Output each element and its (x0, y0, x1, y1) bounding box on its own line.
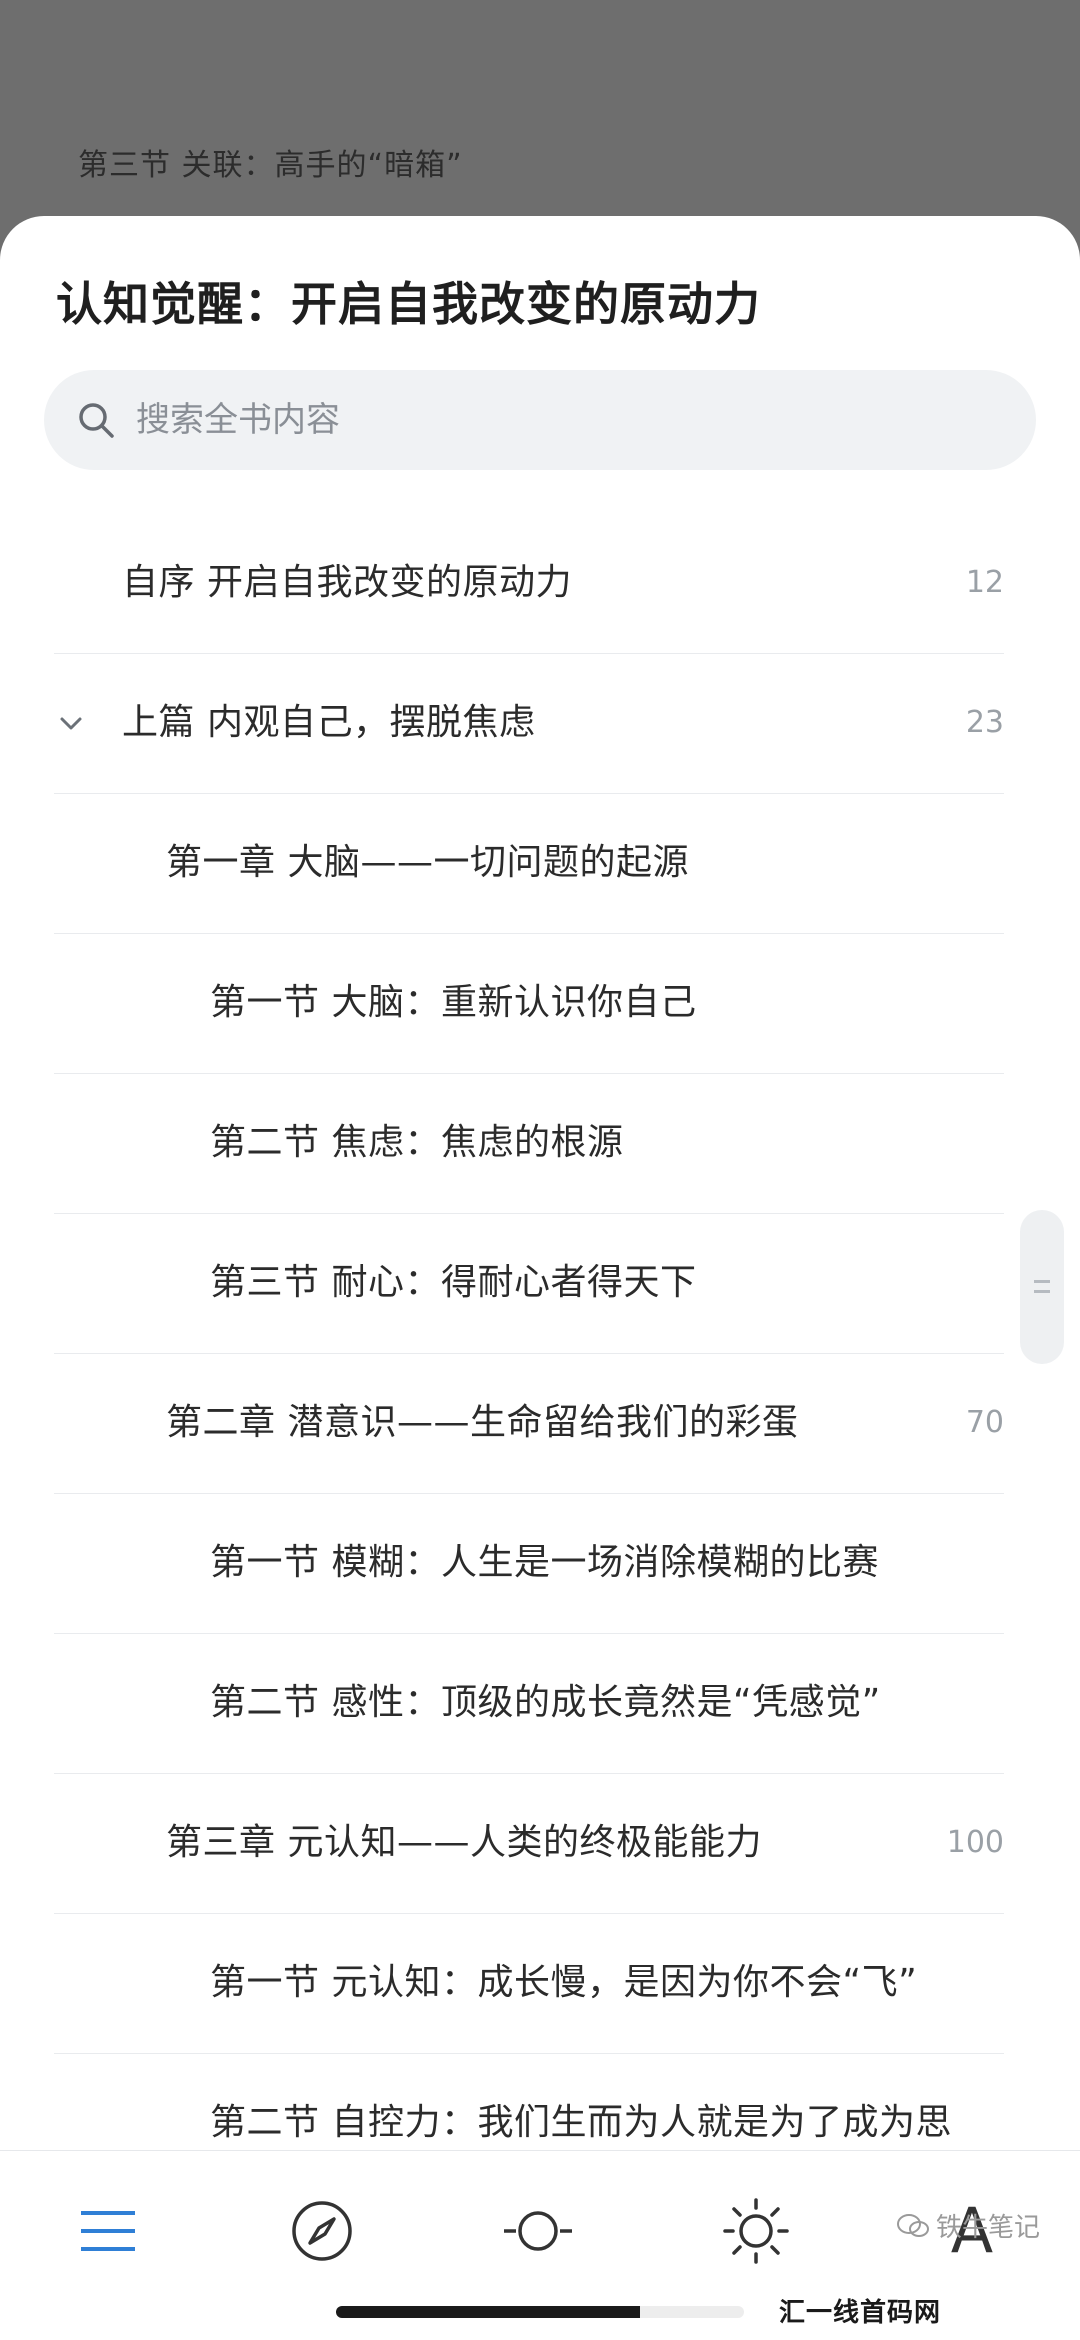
scroll-thumb[interactable] (1020, 1210, 1064, 1364)
search-bar[interactable] (44, 370, 1036, 470)
tab-toc[interactable] (68, 2191, 148, 2271)
toc-item[interactable]: 自序 开启自我改变的原动力 12 (54, 514, 1004, 654)
menu-icon (81, 2211, 135, 2251)
sun-icon (723, 2198, 789, 2264)
toc-item[interactable]: 第一节 模糊：人生是一场消除模糊的比赛 (54, 1494, 1004, 1634)
toc-item-label: 第一章 大脑——一切问题的起源 (166, 842, 689, 883)
chevron-down-icon[interactable] (58, 710, 84, 736)
wechat-icon (896, 2213, 929, 2237)
toc-item-label: 上篇 内观自己，摆脱焦虑 (122, 702, 536, 743)
toc-item[interactable]: 第一节 大脑：重新认识你自己 (54, 934, 1004, 1074)
watermark-wechat: 铁牛笔记 (896, 2207, 1040, 2244)
toc-item-page: 12 (965, 565, 1004, 600)
toc-item-label: 第一节 模糊：人生是一场消除模糊的比赛 (210, 1542, 879, 1583)
toc-item-label: 第三节 耐心：得耐心者得天下 (210, 1262, 697, 1303)
toc-item-label: 第一节 元认知：成长慢，是因为你不会“飞” (210, 1962, 918, 2003)
book-title: 认知觉醒：开启自我改变的原动力 (56, 277, 761, 331)
toc-item[interactable]: 上篇 内观自己，摆脱焦虑 23 (54, 654, 1004, 794)
tab-brightness[interactable] (716, 2191, 796, 2271)
grip-line (1034, 1290, 1050, 1293)
toc-item[interactable]: 第一节 元认知：成长慢，是因为你不会“飞” (54, 1914, 1004, 2054)
toc-item-label: 第三章 元认知——人类的终极能能力 (166, 1822, 762, 1863)
toc-item[interactable]: 第二章 潜意识——生命留给我们的彩蛋 70 (54, 1354, 1004, 1494)
watermark-site: 汇一线首码网 www.huiyixian.com (640, 2286, 1080, 2340)
toc-item-label: 第二章 潜意识——生命留给我们的彩蛋 (166, 1402, 799, 1443)
toc-item[interactable]: 第一章 大脑——一切问题的起源 (54, 794, 1004, 934)
toc-item-label: 第一节 大脑：重新认识你自己 (210, 982, 697, 1023)
watermark-wechat-text: 铁牛笔记 (935, 2213, 1040, 2243)
toc-list: 自序 开启自我改变的原动力 12 上篇 内观自己，摆脱焦虑 23 第一章 大脑——一切问… (0, 514, 1080, 2194)
background-section-title: 第三节 关联：高手的“暗箱” (78, 148, 463, 183)
search-input[interactable] (136, 370, 996, 470)
toc-item[interactable]: 第三节 耐心：得耐心者得天下 (54, 1214, 1004, 1354)
tab-slider[interactable] (498, 2191, 578, 2271)
search-icon (79, 403, 114, 438)
toc-item[interactable]: 第二节 感性：顶级的成长竟然是“凭感觉” (54, 1634, 1004, 1774)
compass-icon (292, 2201, 352, 2261)
toc-item-label: 自序 开启自我改变的原动力 (122, 562, 572, 603)
toc-item-page: 70 (965, 1405, 1004, 1440)
toc-item-label: 第二节 感性：顶级的成长竟然是“凭感觉” (210, 1682, 881, 1723)
toc-item[interactable]: 第三章 元认知——人类的终极能能力 100 (54, 1774, 1004, 1914)
toc-item-page: 23 (965, 705, 1004, 740)
slider-icon (504, 2211, 572, 2251)
toc-item[interactable]: 第二节 焦虑：焦虑的根源 (54, 1074, 1004, 1214)
grip-line (1034, 1280, 1050, 1283)
toc-item-label: 第二节 焦虑：焦虑的根源 (210, 1122, 624, 1163)
toc-item-page: 100 (946, 1825, 1004, 1860)
tab-progress[interactable] (282, 2191, 362, 2271)
toc-sheet: 认知觉醒：开启自我改变的原动力 自序 开启自我改变的原动力 12 上篇 内观自己，摆… (0, 216, 1080, 2340)
